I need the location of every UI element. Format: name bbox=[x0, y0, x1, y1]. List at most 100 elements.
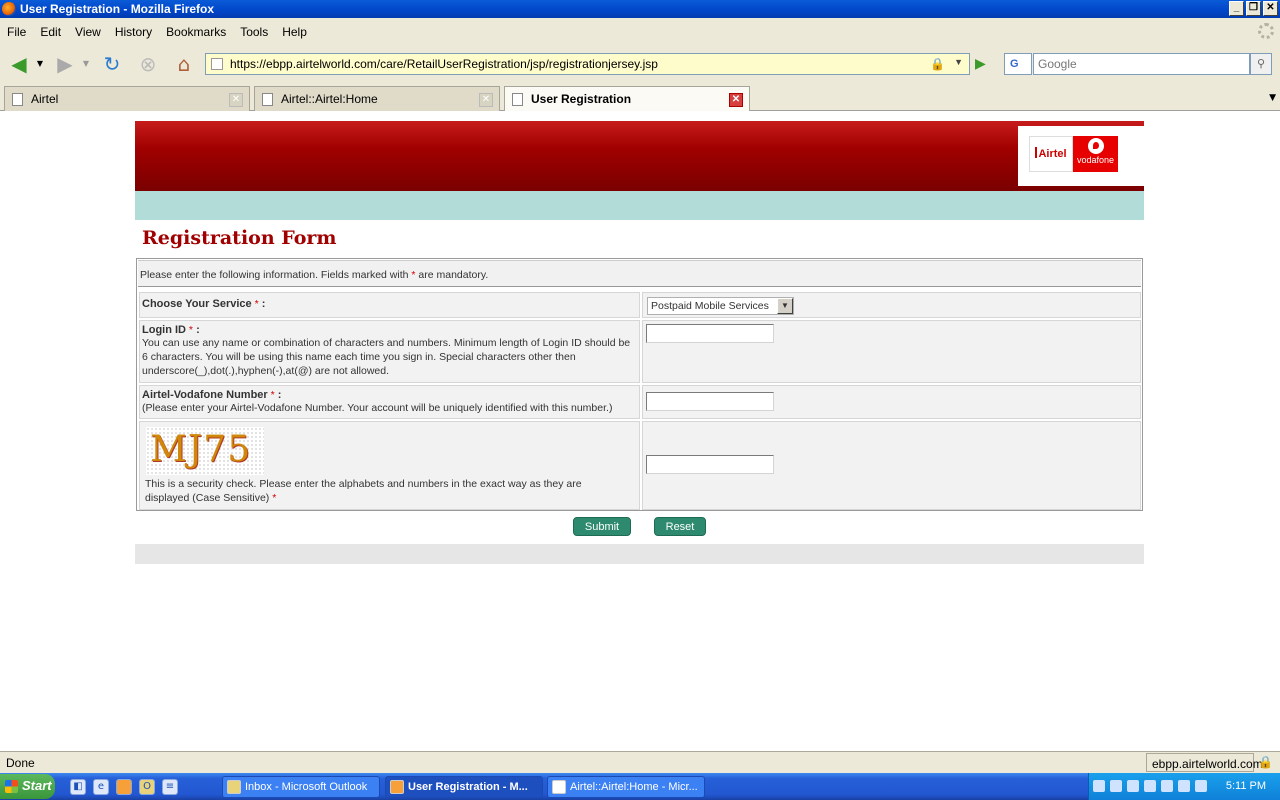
search-input[interactable]: Google bbox=[1033, 53, 1250, 75]
outlook-icon[interactable]: O bbox=[139, 779, 155, 795]
search-engine-icon[interactable]: G bbox=[1004, 53, 1032, 75]
tab-airtel[interactable]: Airtel ✕ bbox=[4, 86, 250, 111]
url-text: https://ebpp.airtelworld.com/care/Retail… bbox=[230, 57, 658, 71]
update-icon[interactable] bbox=[1178, 780, 1190, 792]
number-label-cell: Airtel-Vodafone Number * : (Please enter… bbox=[139, 385, 640, 419]
go-icon[interactable]: ▶ bbox=[975, 53, 993, 75]
url-bar[interactable]: https://ebpp.airtelworld.com/care/Retail… bbox=[205, 53, 970, 75]
menu-help[interactable]: Help bbox=[275, 25, 314, 39]
tab-label: Airtel::Airtel:Home bbox=[281, 92, 378, 106]
forward-icon[interactable]: ▶ bbox=[52, 51, 78, 77]
taskbar: Start ◧ e O ≡ Inbox - Microsoft Outlook … bbox=[0, 773, 1280, 800]
network-icon[interactable] bbox=[1093, 780, 1105, 792]
firefox-icon bbox=[390, 780, 404, 794]
notepad-icon[interactable]: ≡ bbox=[162, 779, 178, 795]
task-outlook[interactable]: Inbox - Microsoft Outlook bbox=[222, 776, 380, 798]
tab-user-registration[interactable]: User Registration ✕ bbox=[504, 86, 750, 112]
captcha-input[interactable] bbox=[646, 455, 774, 474]
stop-icon[interactable]: ⊗ bbox=[135, 51, 161, 77]
vodafone-logo: vodafone bbox=[1073, 136, 1118, 172]
lock-icon[interactable]: 🔒 bbox=[930, 57, 945, 71]
captcha-image: MJ75 bbox=[146, 427, 264, 475]
form-instructions: Please enter the following information. … bbox=[138, 260, 1141, 287]
network-disconnected-icon[interactable] bbox=[1144, 780, 1156, 792]
status-bar: Done ebpp.airtelworld.com 🔒 bbox=[0, 751, 1280, 773]
home-icon[interactable]: ⌂ bbox=[171, 51, 197, 77]
window-title: User Registration - Mozilla Firefox bbox=[20, 2, 215, 16]
service-select[interactable]: Postpaid Mobile Services ▼ bbox=[647, 297, 794, 315]
airtel-vodafone-logo: Airtel vodafone bbox=[1018, 126, 1144, 186]
number-input-cell bbox=[642, 385, 1141, 419]
page-icon bbox=[262, 93, 273, 106]
page-content: Airtel vodafone Registration Form Please… bbox=[0, 111, 1280, 751]
airtel-logo: Airtel bbox=[1029, 136, 1073, 172]
clock: 5:11 PM bbox=[1225, 780, 1266, 792]
close-tab-icon[interactable]: ✕ bbox=[729, 93, 743, 107]
forward-history-dropdown-icon[interactable]: ▼ bbox=[80, 51, 92, 77]
menu-edit[interactable]: Edit bbox=[33, 25, 68, 39]
volume-icon[interactable] bbox=[1110, 780, 1122, 792]
menu-tools[interactable]: Tools bbox=[233, 25, 275, 39]
firefox-icon bbox=[2, 2, 16, 16]
close-tab-icon[interactable]: ✕ bbox=[479, 93, 493, 107]
footer-strip bbox=[135, 544, 1144, 564]
lock-icon[interactable]: 🔒 bbox=[1258, 755, 1273, 769]
internet-explorer-icon[interactable]: e bbox=[93, 779, 109, 795]
network-disconnected-icon[interactable] bbox=[1127, 780, 1139, 792]
firefox-icon[interactable] bbox=[116, 779, 132, 795]
page-icon bbox=[512, 93, 523, 106]
captcha-cell: MJ75 This is a security check. Please en… bbox=[139, 421, 640, 510]
site-favicon-icon bbox=[211, 58, 223, 70]
login-label-cell: Login ID * : You can use any name or com… bbox=[139, 320, 640, 383]
captcha-input-cell bbox=[642, 421, 1141, 510]
chevron-down-icon[interactable]: ▼ bbox=[777, 298, 793, 314]
service-label-cell: Choose Your Service * : bbox=[139, 292, 640, 318]
number-description: (Please enter your Airtel-Vodafone Numbe… bbox=[142, 402, 613, 414]
tab-list-dropdown-icon[interactable]: ▼ bbox=[1269, 93, 1276, 103]
minimize-button[interactable]: _ bbox=[1229, 1, 1244, 16]
login-description: You can use any name or combination of c… bbox=[142, 337, 631, 377]
security-icon[interactable] bbox=[1161, 780, 1173, 792]
menu-bar: File Edit View History Bookmarks Tools H… bbox=[0, 18, 1280, 45]
url-dropdown-icon[interactable]: ▼ bbox=[954, 57, 963, 67]
registration-form: Please enter the following information. … bbox=[136, 258, 1143, 511]
menu-history[interactable]: History bbox=[108, 25, 159, 39]
submit-button[interactable]: Submit bbox=[573, 517, 631, 536]
back-icon[interactable]: ◀ bbox=[6, 51, 32, 77]
close-tab-icon[interactable]: ✕ bbox=[229, 93, 243, 107]
back-history-dropdown-icon[interactable]: ▼ bbox=[34, 51, 46, 77]
show-desktop-icon[interactable]: ◧ bbox=[70, 779, 86, 795]
tab-label: User Registration bbox=[531, 92, 632, 106]
menu-view[interactable]: View bbox=[68, 25, 108, 39]
outlook-icon bbox=[227, 780, 241, 794]
search-icon[interactable]: ⚲ bbox=[1250, 53, 1272, 75]
close-window-button[interactable]: ✕ bbox=[1263, 1, 1278, 16]
page-title: Registration Form bbox=[142, 227, 337, 249]
window-titlebar: User Registration - Mozilla Firefox _ ❐ … bbox=[0, 0, 1280, 18]
nav-strip bbox=[135, 191, 1144, 220]
reset-button[interactable]: Reset bbox=[654, 517, 706, 536]
airtel-favicon-icon bbox=[12, 93, 23, 106]
task-ie[interactable]: Airtel::Airtel:Home - Micr... bbox=[547, 776, 705, 798]
start-button[interactable]: Start bbox=[0, 774, 55, 799]
menu-file[interactable]: File bbox=[0, 25, 33, 39]
mobile-number-input[interactable] bbox=[646, 392, 774, 411]
windows-logo-icon bbox=[5, 780, 18, 793]
service-input-cell: Postpaid Mobile Services ▼ bbox=[642, 292, 1141, 318]
task-firefox[interactable]: User Registration - M... bbox=[385, 776, 543, 798]
bluetooth-icon[interactable] bbox=[1195, 780, 1207, 792]
header-banner: Airtel vodafone bbox=[135, 121, 1144, 191]
internet-explorer-icon bbox=[552, 780, 566, 794]
tab-airtel-home[interactable]: Airtel::Airtel:Home ✕ bbox=[254, 86, 500, 111]
system-tray: 5:11 PM bbox=[1088, 773, 1280, 800]
tab-label: Airtel bbox=[31, 92, 59, 106]
status-text: Done bbox=[6, 756, 35, 770]
maximize-button[interactable]: ❐ bbox=[1246, 1, 1261, 16]
status-host: ebpp.airtelworld.com bbox=[1146, 753, 1263, 772]
menu-bookmarks[interactable]: Bookmarks bbox=[159, 25, 233, 39]
login-input-cell bbox=[642, 320, 1141, 383]
captcha-description: This is a security check. Please enter t… bbox=[145, 478, 582, 504]
login-id-input[interactable] bbox=[646, 324, 774, 343]
throbber-icon bbox=[1258, 23, 1274, 39]
reload-icon[interactable]: ↻ bbox=[99, 51, 125, 77]
